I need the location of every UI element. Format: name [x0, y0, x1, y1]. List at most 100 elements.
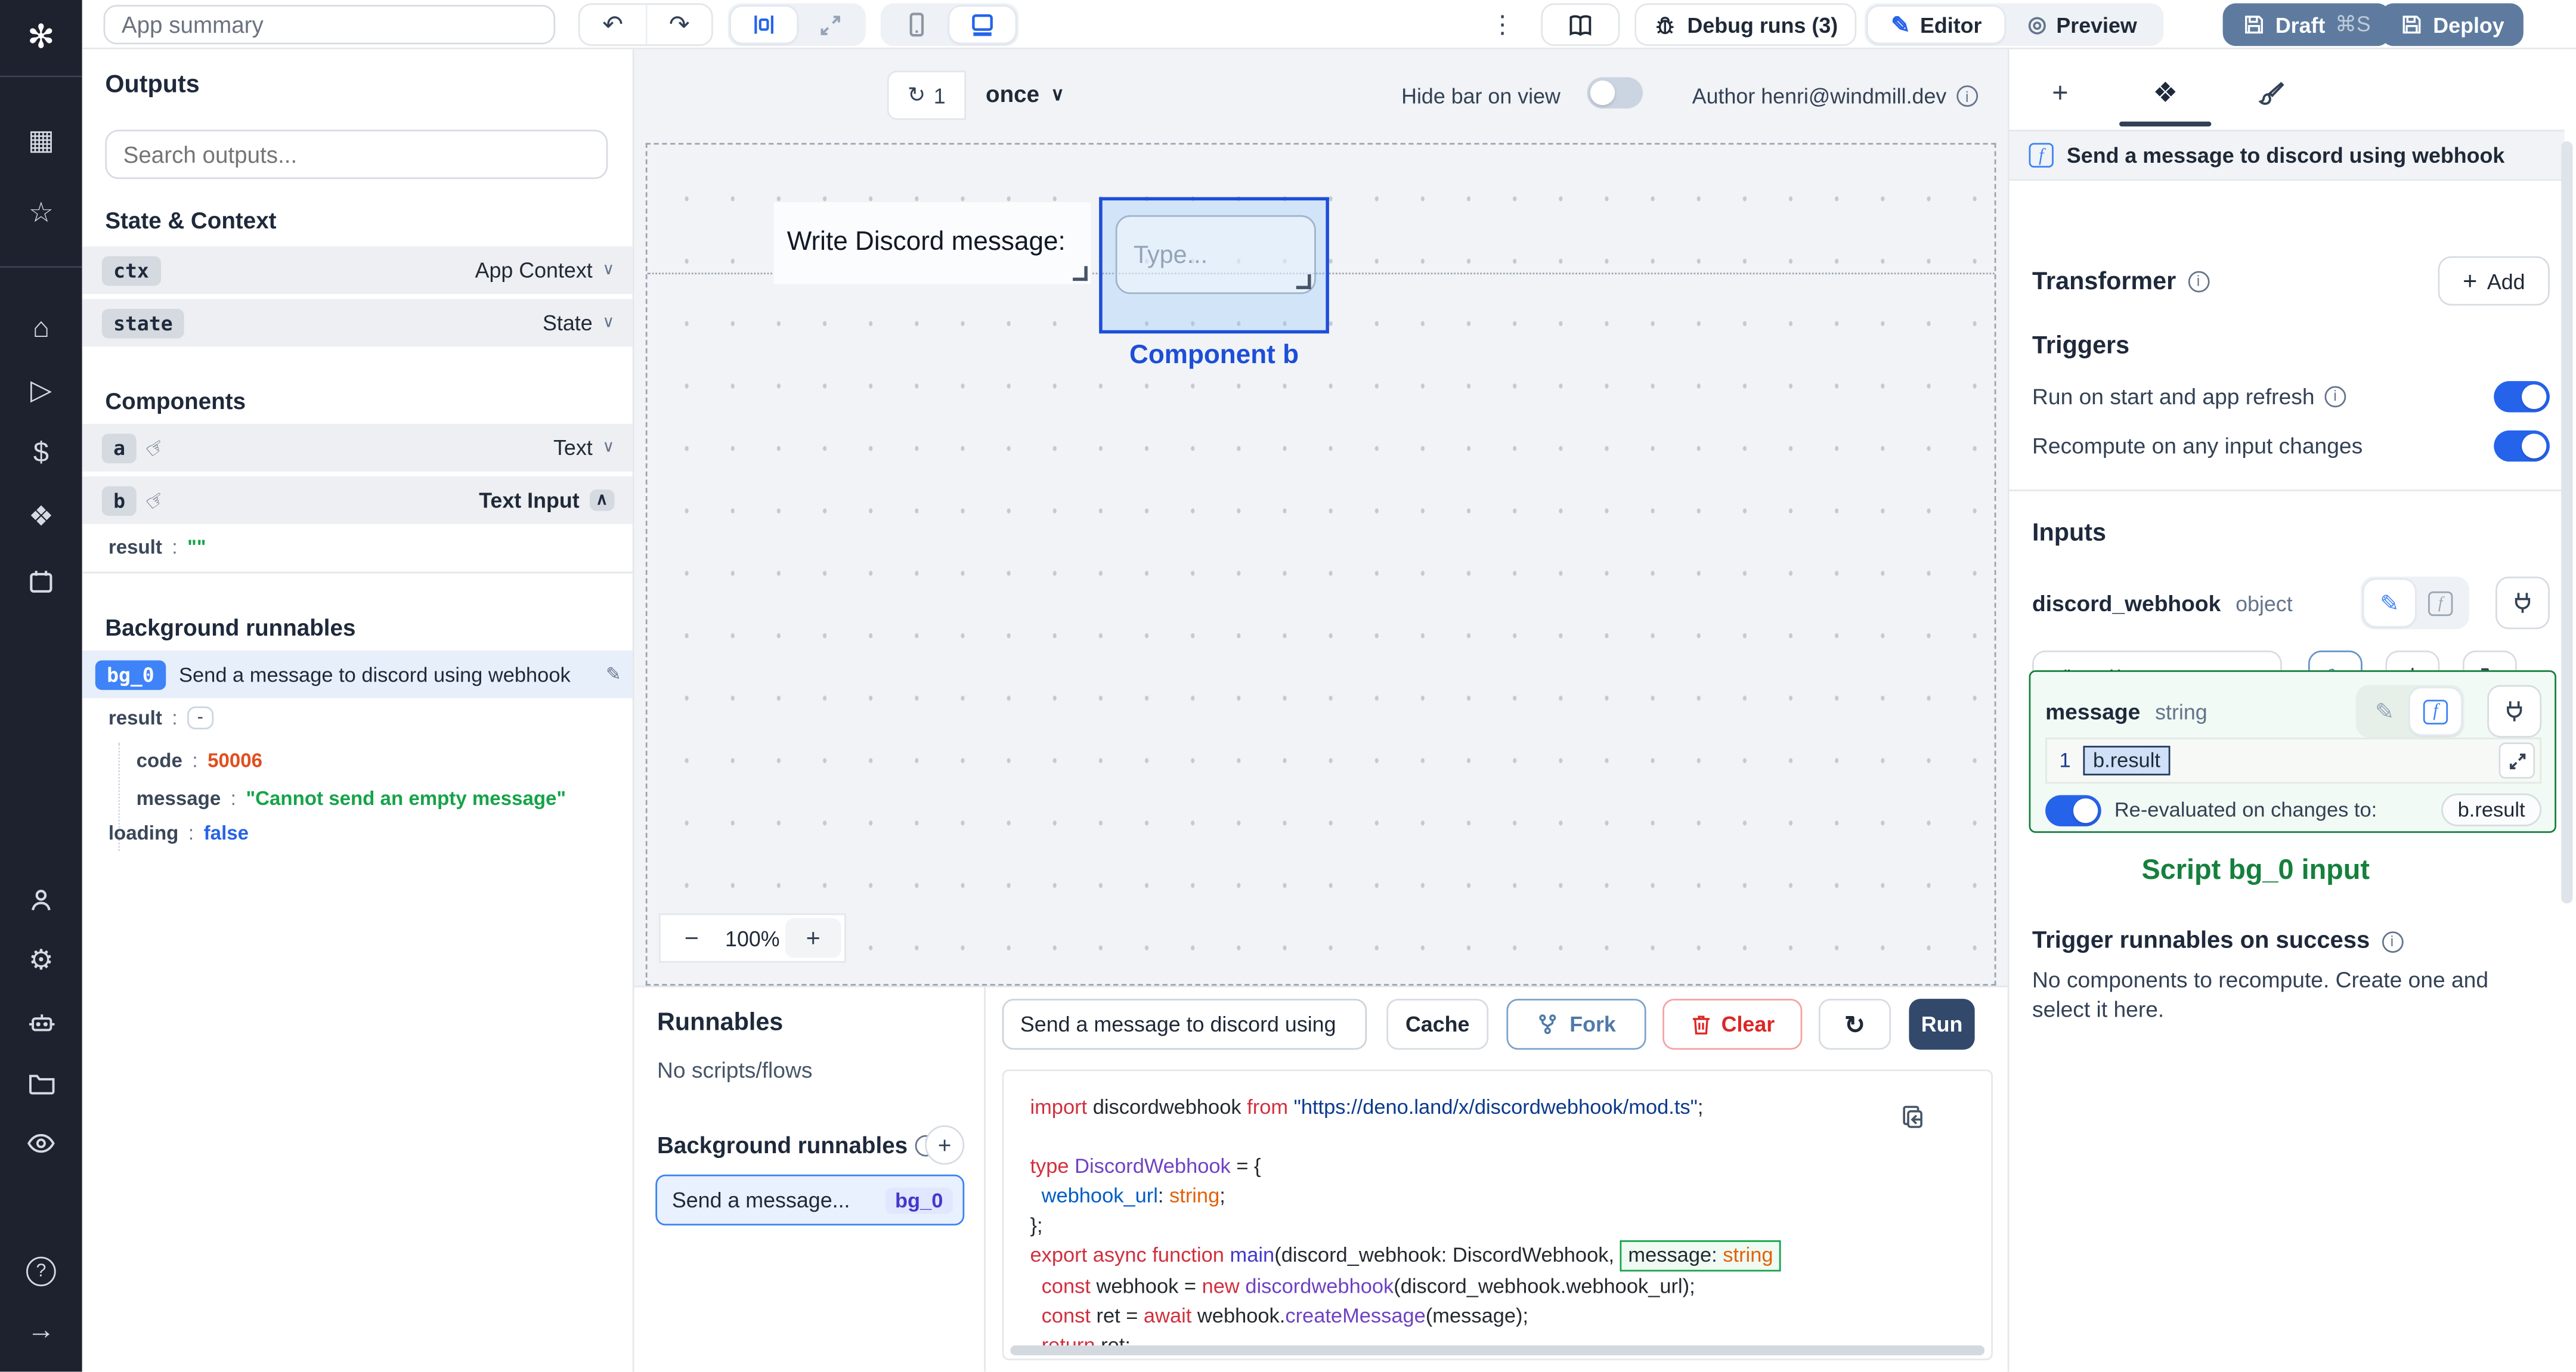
zoom-out-button[interactable]: − — [664, 918, 720, 958]
state-type-label: State — [543, 310, 593, 336]
selected-runnable-header[interactable]: f Send a message to discord using webhoo… — [2009, 129, 2565, 181]
reeval-target-pill[interactable]: b.result — [2441, 793, 2542, 826]
apps-icon[interactable]: ▦ — [0, 118, 82, 164]
deploy-button[interactable]: Deploy — [2380, 3, 2524, 47]
folder-icon[interactable] — [0, 1060, 82, 1105]
app-canvas[interactable]: Write Discord message: Type... Component… — [645, 143, 1996, 986]
search-outputs-input[interactable] — [105, 129, 608, 179]
resources-cubes-icon[interactable]: ❖ — [0, 494, 82, 540]
collapse-button[interactable]: - — [187, 706, 213, 730]
draft-shortcut: ⌘S — [2334, 11, 2371, 36]
zoom-level: 100% — [725, 925, 780, 950]
plus-icon: + — [2463, 267, 2478, 295]
undo-icon[interactable]: ↶ — [580, 5, 646, 44]
eval-function-icon[interactable]: f — [2415, 580, 2466, 626]
output-row-ctx[interactable]: ctx App Context ∨ — [82, 246, 633, 295]
component-b-result[interactable]: result: "" — [109, 535, 206, 559]
runnable-item-badge: bg_0 — [885, 1187, 953, 1213]
horizontal-scrollbar[interactable] — [1010, 1345, 1985, 1355]
selected-component-b[interactable]: Type... — [1099, 197, 1329, 334]
more-options-kebab-icon[interactable]: ⋮ — [1490, 10, 1515, 39]
edit-pen-icon[interactable]: ✎ — [606, 664, 621, 685]
audit-eye-icon[interactable] — [0, 1120, 82, 1166]
variables-dollar-icon[interactable]: $ — [0, 431, 82, 476]
chevron-down-icon[interactable]: ∨ — [602, 261, 614, 279]
info-icon[interactable]: i — [2381, 930, 2403, 952]
run-button[interactable]: Run — [1909, 999, 1975, 1050]
expression-editor[interactable]: 1 b.result — [2045, 738, 2542, 784]
connect-plug-icon[interactable] — [2487, 685, 2542, 738]
text-component-a[interactable]: Write Discord message: — [773, 202, 1091, 284]
info-icon[interactable]: i — [2187, 270, 2209, 292]
center-layout-icon[interactable] — [731, 7, 797, 43]
pointer-hand-icon: ☞ — [141, 431, 171, 463]
fork-button[interactable]: Fork — [1506, 999, 1646, 1050]
code-line: import discordwebhook from "https://deno… — [1030, 1095, 1704, 1119]
expand-editor-icon[interactable] — [2498, 742, 2535, 779]
tab-preview[interactable]: ◎ Preview — [2005, 7, 2160, 43]
debug-runs-button[interactable]: Debug runs (3) — [1634, 3, 1856, 47]
run-on-start-toggle[interactable] — [2494, 380, 2550, 412]
info-icon[interactable]: i — [2324, 385, 2346, 407]
schedules-calendar-icon[interactable] — [0, 559, 82, 605]
favorites-star-icon[interactable]: ☆ — [0, 191, 82, 237]
eval-function-icon[interactable]: f — [2410, 688, 2462, 735]
info-icon[interactable]: i — [1956, 85, 1978, 107]
code-value: 50006 — [208, 749, 263, 772]
vertical-scrollbar[interactable] — [2561, 141, 2573, 904]
output-row-component-b[interactable]: b ☞ Text Input ∧ — [82, 476, 633, 524]
user-icon[interactable] — [0, 877, 82, 923]
chevron-up-icon[interactable]: ∧ — [589, 490, 615, 511]
runnable-item-bg0[interactable]: Send a message... bg_0 — [655, 1174, 965, 1226]
static-pen-icon[interactable]: ✎ — [2364, 580, 2415, 626]
refresh-count-button[interactable]: ↻ 1 — [887, 70, 966, 120]
redo-icon[interactable]: ↷ — [645, 5, 711, 45]
components-tab-icon[interactable]: ❖ — [2136, 72, 2195, 115]
chevron-down-icon[interactable]: ∨ — [602, 439, 614, 457]
windmill-logo[interactable]: ✻ — [0, 13, 82, 59]
code-editor[interactable]: import discordwebhook from "https://deno… — [1002, 1069, 1993, 1361]
zoom-in-button[interactable]: + — [785, 918, 841, 958]
fullscreen-expand-icon[interactable] — [797, 7, 862, 43]
input-mode-segment: ✎ f — [2355, 685, 2464, 738]
hide-bar-toggle[interactable] — [1587, 77, 1643, 109]
discord-webhook-type: object — [2236, 590, 2293, 615]
frequency-value: once — [986, 80, 1040, 107]
tab-editor[interactable]: ✎ Editor — [1868, 7, 2005, 43]
add-background-runnable-button[interactable]: + — [925, 1125, 965, 1165]
message-type: string — [2155, 699, 2207, 724]
refresh-script-button[interactable]: ↻ — [1818, 999, 1891, 1050]
bg0-result-row[interactable]: result: - — [109, 706, 213, 730]
insert-plus-tab-icon[interactable]: + — [2030, 72, 2089, 115]
output-row-state[interactable]: state State ∨ — [82, 299, 633, 347]
output-row-bg0[interactable]: bg_0 Send a message to discord using web… — [82, 651, 633, 698]
help-icon[interactable]: ? — [0, 1249, 82, 1294]
add-transformer-button[interactable]: + Add — [2438, 256, 2550, 306]
top-toolbar: ↶ ↷ ⋮ Debug runs (3) — [82, 0, 2576, 49]
workers-robot-icon[interactable] — [0, 999, 82, 1045]
static-pen-icon[interactable]: ✎ — [2359, 688, 2410, 734]
script-name-input[interactable] — [1002, 999, 1367, 1050]
runs-play-icon[interactable]: ▷ — [0, 368, 82, 414]
connect-plug-icon[interactable] — [2495, 577, 2550, 630]
app-summary-input[interactable] — [103, 5, 556, 45]
expand-sidebar-arrow-icon[interactable]: → — [0, 1308, 82, 1354]
layout-toggle-group — [727, 3, 866, 47]
mobile-view-icon[interactable] — [884, 7, 949, 43]
style-brush-tab-icon[interactable] — [2241, 72, 2300, 115]
cache-button[interactable]: Cache — [1386, 999, 1489, 1050]
recompute-toggle[interactable] — [2494, 429, 2550, 461]
add-label: Add — [2487, 268, 2525, 293]
gear-icon[interactable]: ⚙ — [0, 938, 82, 984]
desktop-view-icon[interactable] — [949, 7, 1015, 43]
chevron-down-icon[interactable]: ∨ — [602, 314, 614, 332]
docs-book-button[interactable] — [1541, 3, 1620, 47]
copy-code-icon[interactable] — [1901, 1104, 1925, 1130]
frequency-dropdown[interactable]: once ∨ — [986, 80, 1064, 107]
output-row-component-a[interactable]: a ☞ Text ∨ — [82, 423, 633, 472]
text-input-component[interactable]: Type... — [1115, 215, 1316, 295]
home-icon[interactable]: ⌂ — [0, 305, 82, 351]
clear-button[interactable]: Clear — [1662, 999, 1803, 1050]
draft-button[interactable]: Draft ⌘S — [2222, 3, 2391, 47]
reeval-toggle[interactable] — [2045, 794, 2101, 826]
